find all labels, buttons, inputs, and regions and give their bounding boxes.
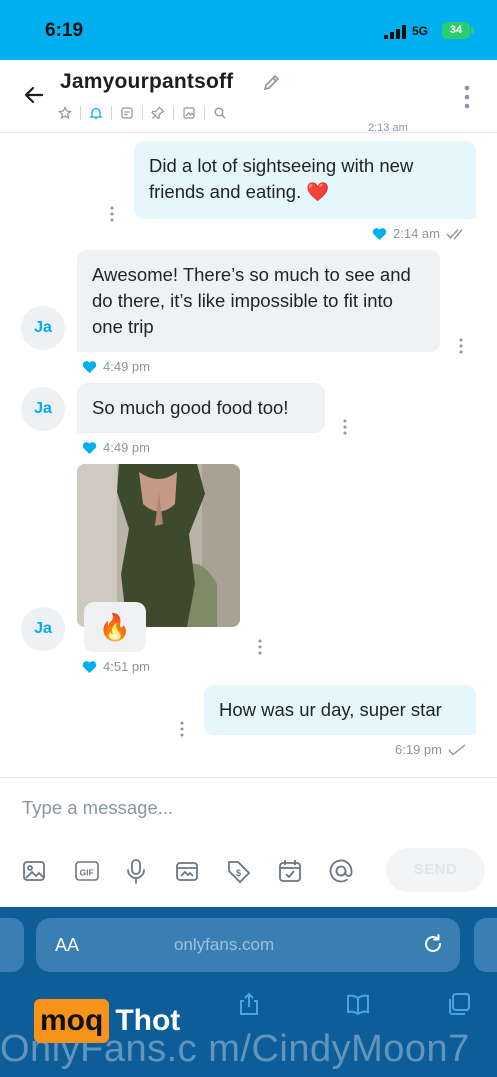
message-meta: 4:49 pm	[82, 359, 150, 374]
message-options-icon[interactable]	[257, 638, 263, 656]
search-icon[interactable]	[213, 106, 227, 120]
message-options-icon[interactable]	[458, 337, 464, 355]
site-logo: moq Thot	[34, 998, 180, 1044]
emoji-message[interactable]: 🔥	[84, 602, 146, 652]
gif-icon[interactable]: GIF	[73, 857, 101, 885]
send-button[interactable]: SEND	[386, 848, 485, 892]
gallery-icon[interactable]	[182, 106, 196, 120]
bell-icon[interactable]	[89, 106, 103, 120]
share-icon[interactable]	[236, 991, 262, 1017]
message-bubble-incoming[interactable]: Awesome! There’s so much to see and do t…	[77, 250, 440, 352]
vault-icon[interactable]	[173, 857, 201, 885]
previous-tab-pill[interactable]	[0, 918, 24, 972]
status-time: 6:19	[45, 20, 84, 41]
battery-icon: 34	[442, 22, 470, 39]
edit-pencil-icon[interactable]	[262, 72, 282, 92]
mention-icon[interactable]	[327, 857, 355, 885]
tabs-icon[interactable]	[446, 991, 472, 1017]
network-type: 5G	[412, 24, 429, 38]
message-options-icon[interactable]	[342, 418, 348, 436]
message-time: 6:19 pm	[395, 742, 442, 757]
logo-text: Thot	[115, 1004, 181, 1037]
svg-text:$: $	[236, 868, 241, 878]
bookmarks-icon[interactable]	[345, 991, 371, 1017]
microphone-icon[interactable]	[122, 857, 150, 885]
heart-icon[interactable]	[82, 360, 97, 374]
heart-icon[interactable]	[82, 660, 97, 674]
message-time: 4:49 pm	[103, 440, 150, 455]
note-icon[interactable]	[120, 106, 134, 120]
double-check-icon	[446, 228, 463, 240]
price-tag-icon[interactable]: $	[225, 857, 253, 885]
back-arrow-icon[interactable]	[22, 83, 46, 107]
signal-icon	[384, 25, 406, 39]
avatar[interactable]: Ja	[21, 306, 65, 350]
avatar[interactable]: Ja	[21, 607, 65, 651]
url-text[interactable]: onlyfans.com	[174, 935, 274, 955]
message-bubble-outgoing[interactable]: Did a lot of sightseeing with new friend…	[134, 141, 476, 219]
battery-tip	[471, 27, 474, 34]
logo-box: moq	[34, 999, 110, 1043]
chat-header-actions	[58, 104, 227, 122]
more-options-icon[interactable]	[459, 84, 475, 110]
message-options-icon[interactable]	[179, 720, 185, 738]
avatar[interactable]: Ja	[21, 387, 65, 431]
message-input[interactable]: Type a message...	[22, 797, 173, 819]
message-time: 4:49 pm	[103, 359, 150, 374]
message-time: 2:14 am	[393, 226, 440, 241]
star-icon[interactable]	[58, 106, 72, 120]
check-icon	[448, 743, 466, 755]
divider	[111, 106, 112, 120]
chat-title[interactable]: Jamyourpantsoff	[60, 70, 233, 94]
message-bubble-incoming[interactable]: So much good food too!	[77, 383, 325, 433]
svg-text:GIF: GIF	[80, 868, 94, 878]
divider	[80, 106, 81, 120]
calendar-icon[interactable]	[276, 857, 304, 885]
message-time: 4:51 pm	[103, 659, 150, 674]
composer-divider	[0, 777, 497, 778]
message-meta: 6:19 pm	[395, 742, 466, 757]
next-tab-pill[interactable]	[474, 918, 497, 972]
reader-settings-button[interactable]: AA	[55, 935, 79, 956]
pin-icon[interactable]	[151, 106, 165, 120]
message-meta: 4:51 pm	[82, 659, 150, 674]
heart-icon[interactable]	[82, 441, 97, 455]
divider	[142, 106, 143, 120]
image-icon[interactable]	[20, 857, 48, 885]
divider	[173, 106, 174, 120]
message-meta: 4:49 pm	[82, 440, 150, 455]
message-options-icon[interactable]	[109, 205, 115, 223]
message-time: 2:13 am	[368, 122, 408, 134]
message-bubble-outgoing[interactable]: How was ur day, super star	[204, 685, 476, 735]
message-meta: 2:14 am	[372, 226, 468, 241]
heart-icon[interactable]	[372, 227, 387, 241]
divider	[204, 106, 205, 120]
reload-icon[interactable]	[421, 932, 445, 956]
